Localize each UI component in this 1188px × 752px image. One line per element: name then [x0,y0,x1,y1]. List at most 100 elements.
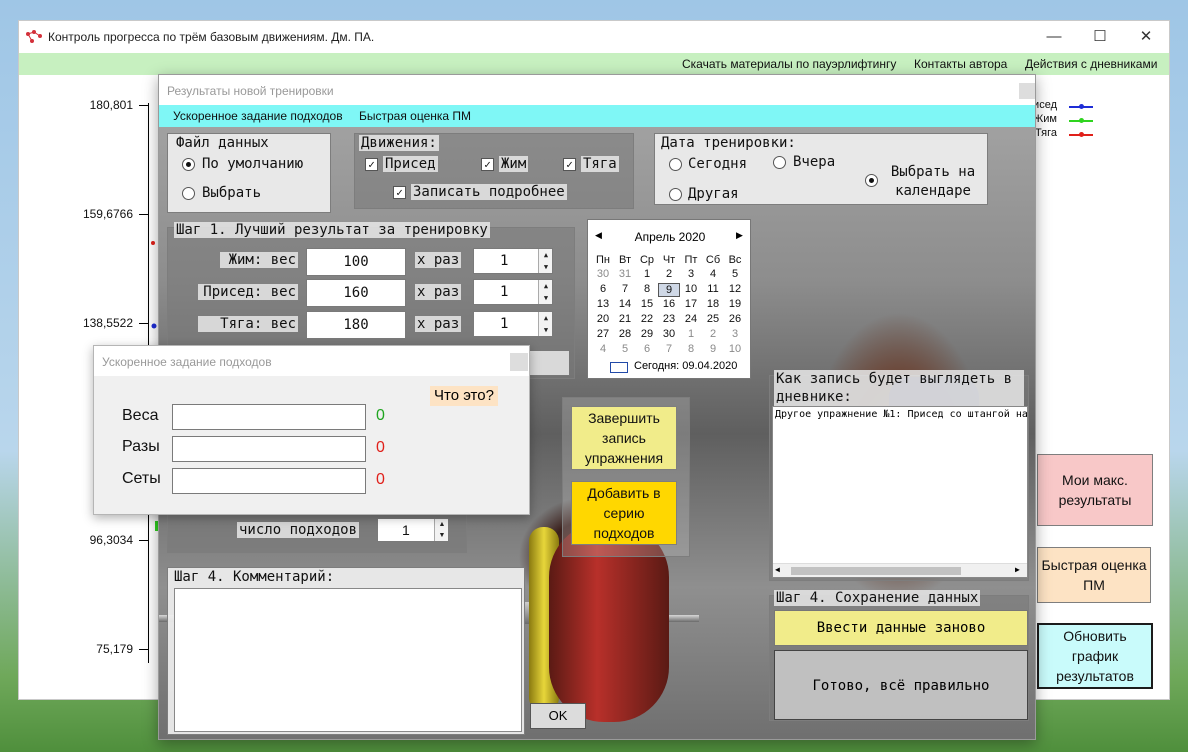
spin-down-icon[interactable]: ▼ [539,292,553,304]
finish-exercise-button[interactable]: Завершить запись упражнения [571,406,677,470]
done-button[interactable]: Готово, всё правильно [774,650,1028,720]
zhim-weight-input[interactable]: 100 [306,248,406,276]
zhim-reps-arrows[interactable]: ▲ ▼ [538,249,552,273]
quick-estimate-button[interactable]: Быстрая оценка ПМ [1037,547,1151,603]
calendar-day[interactable]: 7 [614,283,636,295]
calendar-day[interactable]: 25 [702,313,724,325]
calendar-day[interactable]: 9 [658,283,680,297]
calendar-day[interactable]: 5 [614,343,636,355]
calendar-day[interactable]: 4 [592,343,614,355]
calendar-day[interactable]: 23 [658,313,680,325]
close-button[interactable]: ✕ [1123,21,1169,53]
date-today-radio[interactable] [669,158,682,171]
calendar-day[interactable]: 30 [658,328,680,340]
calendar[interactable]: ◀ Апрель 2020 ▶ Пн Вт Ср Чт Пт Сб Вс 30 31 1 2 3 4 5 6… [587,219,751,379]
calendar-day[interactable]: 30 [592,268,614,280]
calendar-day[interactable]: 19 [724,298,746,310]
spin-up-icon[interactable]: ▲ [435,519,449,530]
calendar-day[interactable]: 2 [658,268,680,280]
calendar-day[interactable]: 14 [614,298,636,310]
detail-checkbox[interactable]: ✓ [393,186,406,199]
date-yesterday-radio[interactable] [773,156,786,169]
comment-textarea[interactable] [174,588,522,732]
reenter-button[interactable]: Ввести данные заново [774,610,1028,646]
spin-up-icon[interactable]: ▲ [539,312,553,324]
calendar-day[interactable]: 29 [636,328,658,340]
max-results-button[interactable]: Мои макс. результаты [1037,454,1153,526]
calendar-day[interactable]: 3 [724,328,746,340]
spin-up-icon[interactable]: ▲ [539,280,553,292]
scroll-right-icon[interactable]: ▶ [1015,565,1020,574]
minimize-button[interactable]: — [1031,21,1077,53]
calendar-day[interactable]: 6 [592,283,614,295]
weights-input[interactable] [172,404,366,430]
sets-count-arrows[interactable]: ▲ ▼ [434,519,448,541]
scroll-left-icon[interactable]: ◀ [775,565,780,574]
zhim-checkbox[interactable]: ✓ [481,158,494,171]
maximize-button[interactable]: ☐ [1077,21,1123,53]
tyaga-reps-spinner[interactable]: 1 ▲ ▼ [473,311,553,337]
prised-weight-input[interactable]: 160 [306,279,406,307]
data-file-default-radio[interactable] [182,158,195,171]
calendar-day[interactable]: 6 [636,343,658,355]
tyaga-weight-input[interactable]: 180 [306,311,406,339]
calendar-day[interactable]: 2 [702,328,724,340]
menu-diary-actions[interactable]: Действия с дневниками [1025,57,1157,71]
calendar-day[interactable]: 3 [680,268,702,280]
results-close-button[interactable] [1019,83,1035,99]
calendar-day[interactable]: 8 [636,283,658,295]
spin-down-icon[interactable]: ▼ [539,261,553,273]
calendar-today-label[interactable]: Сегодня: 09.04.2020 [634,360,737,372]
preview-textarea[interactable]: Другое упражнение №1: Присед со штангой … [772,406,1028,578]
calendar-day[interactable]: 24 [680,313,702,325]
menu-quick-sets[interactable]: Ускоренное задание подходов [173,109,343,123]
calendar-day[interactable]: 7 [658,343,680,355]
prised-reps-spinner[interactable]: 1 ▲ ▼ [473,279,553,305]
calendar-day[interactable]: 20 [592,313,614,325]
tyaga-checkbox[interactable]: ✓ [563,158,576,171]
add-to-series-button[interactable]: Добавить в серию подходов [571,481,677,545]
date-calendar-radio[interactable] [865,174,878,187]
calendar-next-icon[interactable]: ▶ [736,230,743,241]
spin-down-icon[interactable]: ▼ [435,530,449,541]
calendar-day[interactable]: 21 [614,313,636,325]
ok-button[interactable]: OK [530,703,586,729]
menu-download-materials[interactable]: Скачать материалы по пауэрлифтингу [682,57,896,71]
date-other-radio[interactable] [669,188,682,201]
spin-down-icon[interactable]: ▼ [539,324,553,336]
calendar-day[interactable]: 13 [592,298,614,310]
data-file-choose-radio[interactable] [182,187,195,200]
menu-author-contacts[interactable]: Контакты автора [914,57,1007,71]
refresh-chart-button[interactable]: Обновить график результатов [1037,623,1153,689]
calendar-day[interactable]: 27 [592,328,614,340]
calendar-day[interactable]: 1 [636,268,658,280]
calendar-day[interactable]: 17 [680,298,702,310]
sets-count-spinner[interactable]: 1 ▲ ▼ [377,518,449,542]
calendar-day[interactable]: 10 [680,283,702,295]
zhim-reps-spinner[interactable]: 1 ▲ ▼ [473,248,553,274]
calendar-day[interactable]: 15 [636,298,658,310]
quick-sets-close-button[interactable] [510,353,528,371]
scroll-thumb[interactable] [791,567,961,575]
calendar-day[interactable]: 5 [724,268,746,280]
calendar-day[interactable]: 31 [614,268,636,280]
reps-input[interactable] [172,436,366,462]
calendar-day[interactable]: 22 [636,313,658,325]
sets-input[interactable] [172,468,366,494]
spin-up-icon[interactable]: ▲ [539,249,553,261]
calendar-day[interactable]: 4 [702,268,724,280]
prised-reps-arrows[interactable]: ▲ ▼ [538,280,552,304]
calendar-day[interactable]: 11 [702,283,724,295]
calendar-day[interactable]: 16 [658,298,680,310]
calendar-day[interactable]: 1 [680,328,702,340]
calendar-day[interactable]: 12 [724,283,746,295]
tyaga-reps-arrows[interactable]: ▲ ▼ [538,312,552,336]
calendar-day[interactable]: 9 [702,343,724,355]
calendar-day[interactable]: 28 [614,328,636,340]
menu-quick-estimate[interactable]: Быстрая оценка ПМ [359,109,471,123]
calendar-day[interactable]: 26 [724,313,746,325]
preview-scrollbar[interactable]: ◀ ▶ [773,563,1027,577]
prised-checkbox[interactable]: ✓ [365,158,378,171]
calendar-day[interactable]: 18 [702,298,724,310]
calendar-day[interactable]: 10 [724,343,746,355]
